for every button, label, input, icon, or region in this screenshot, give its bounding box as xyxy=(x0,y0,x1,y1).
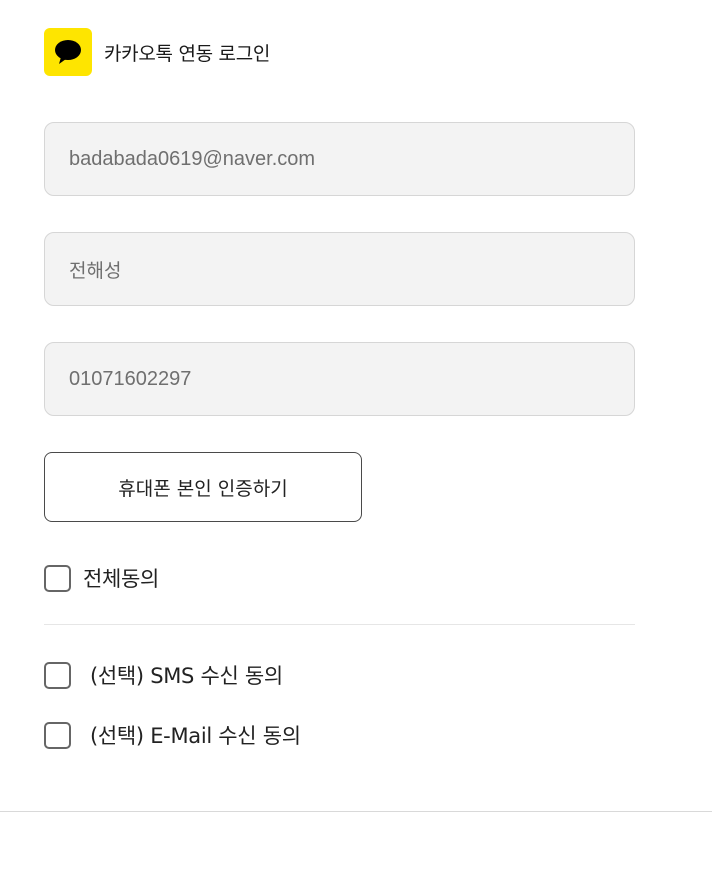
sms-consent-option[interactable]: (선택) SMS 수신 동의 xyxy=(44,660,283,690)
kakao-login-header: 카카오톡 연동 로그인 xyxy=(44,28,270,76)
email-consent-label: (선택) E-Mail 수신 동의 xyxy=(90,724,301,748)
phone-field[interactable] xyxy=(44,342,635,416)
kakao-logo xyxy=(44,28,92,76)
page-divider xyxy=(0,811,712,812)
phone-verification-button[interactable]: 휴대폰 본인 인증하기 xyxy=(44,452,362,522)
name-field[interactable] xyxy=(44,232,635,306)
kakao-speech-bubble-icon xyxy=(55,40,81,64)
agreement-divider xyxy=(44,624,635,625)
email-consent-option[interactable]: (선택) E-Mail 수신 동의 xyxy=(44,720,301,750)
agree-all-checkbox[interactable] xyxy=(44,564,71,592)
agree-all-option[interactable]: 전체동의 xyxy=(44,563,159,593)
sms-consent-checkbox[interactable] xyxy=(44,661,71,689)
agree-all-label: 전체동의 xyxy=(83,567,160,591)
email-consent-checkbox[interactable] xyxy=(44,721,71,749)
sms-consent-label: (선택) SMS 수신 동의 xyxy=(90,664,283,688)
kakao-login-title: 카카오톡 연동 로그인 xyxy=(104,42,271,65)
email-field[interactable] xyxy=(44,122,635,196)
